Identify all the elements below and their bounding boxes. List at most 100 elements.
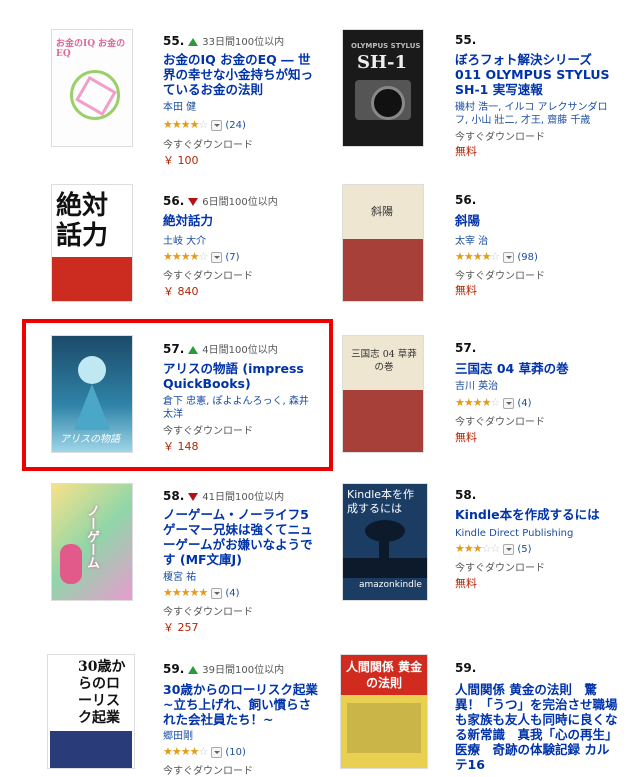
rank-number: 58. <box>455 488 477 502</box>
star-rating[interactable]: ★★★★☆ (4) <box>455 396 532 409</box>
book-title-link[interactable]: 30歳からのローリスク起業 ~立ち上げれ、飼い慣らされた会社員たち！~ <box>163 682 318 727</box>
rank-number: 59. <box>163 662 185 676</box>
cover-art <box>52 257 132 301</box>
cover-art <box>343 558 427 578</box>
rank-up-arrow-icon <box>188 38 199 46</box>
book-cover[interactable]: アリスの物語 <box>52 336 132 452</box>
star-rating[interactable]: ★★★★★ (4) <box>163 586 239 599</box>
star-rating[interactable]: ★★★★☆ (24) <box>163 118 246 131</box>
rank-line: 57. <box>455 341 476 355</box>
cover-art <box>78 356 106 384</box>
book-cover[interactable]: 斜陽 <box>343 185 423 301</box>
cover-art <box>60 544 82 584</box>
book-author[interactable]: 郷田剛 <box>163 730 193 743</box>
cover-art <box>74 384 110 430</box>
book-title-link[interactable]: 絶対話力 <box>163 213 318 228</box>
rank-meta: 4日間100位以内 <box>202 345 278 356</box>
book-title-link[interactable]: アリスの物語 (impress QuickBooks) <box>163 361 313 391</box>
availability: 今すぐダウンロード <box>163 271 253 282</box>
book-title-link[interactable]: Kindle本を作成するには <box>455 507 625 522</box>
book-cover[interactable]: 30歳からのローリスク起業 <box>48 655 134 768</box>
rank-line: 57. 4日間100位以内 <box>163 341 278 356</box>
review-count[interactable]: (4) <box>225 588 239 599</box>
price: ￥ 100 <box>163 154 199 167</box>
price: ￥ 148 <box>163 440 199 453</box>
review-count[interactable]: (10) <box>225 747 246 758</box>
book-author[interactable]: 太宰 治 <box>455 235 488 248</box>
book-title-link[interactable]: ノーゲーム・ノーライフ5 ゲーマー兄妹は強くてニューゲームがお嫌いなようです (… <box>163 507 318 567</box>
availability: 今すぐダウンロード <box>163 766 253 777</box>
price: 無料 <box>455 284 477 297</box>
rank-line: 56. 6日間100位以内 <box>163 193 278 208</box>
availability: 今すぐダウンロード <box>163 607 253 618</box>
book-author[interactable]: 磯村 浩一, イルコ アレクサンダロフ, 小山 壯二, 才王, 齋藤 千歳 <box>455 101 615 127</box>
book-author[interactable]: 榎宮 祐 <box>163 571 196 584</box>
rank-up-arrow-icon <box>188 666 199 674</box>
availability: 今すぐダウンロード <box>163 426 253 437</box>
rank-meta: 39日間100位以内 <box>202 665 285 676</box>
rank-down-arrow-icon <box>188 198 199 206</box>
cover-art <box>347 703 421 753</box>
book-author[interactable]: 吉川 英治 <box>455 380 498 393</box>
rank-up-arrow-icon <box>188 346 199 354</box>
book-cover[interactable]: 絶対話力 <box>52 185 132 301</box>
rank-line: 59. 39日間100位以内 <box>163 661 284 676</box>
book-cover[interactable]: お金のIQ お金のEQ <box>52 30 132 146</box>
star-rating[interactable]: ★★★☆☆ (5) <box>455 542 532 555</box>
availability: 今すぐダウンロード <box>455 417 545 428</box>
book-cover[interactable]: Kindle本を作成するには amazonkindle <box>343 484 427 600</box>
rank-line: 58. 41日間100位以内 <box>163 488 284 503</box>
book-title-link[interactable]: ぼろフォト解決シリーズ011 OLYMPUS STYLUS SH-1 実写速報 <box>455 52 615 97</box>
rank-number: 55. <box>455 33 477 47</box>
cover-art <box>371 86 405 120</box>
price: 無料 <box>455 145 477 158</box>
chevron-down-icon[interactable] <box>211 587 223 599</box>
rank-down-arrow-icon <box>188 493 199 501</box>
chevron-down-icon[interactable] <box>503 397 515 409</box>
review-count[interactable]: (98) <box>517 252 538 263</box>
book-cover[interactable]: OLYMPUS STYLUS SH-1 <box>343 30 423 146</box>
rank-number: 58. <box>163 489 185 503</box>
rank-number: 57. <box>455 341 477 355</box>
review-count[interactable]: (7) <box>225 252 239 263</box>
chevron-down-icon[interactable] <box>503 543 515 555</box>
rank-number: 59. <box>455 661 477 675</box>
cover-art <box>50 731 132 768</box>
rank-number: 57. <box>163 342 185 356</box>
book-title-link[interactable]: 人間関係 黄金の法則 驚異！「うつ」を完治させ職場も家族も友人も同時に良くなる新… <box>455 682 620 772</box>
star-rating[interactable]: ★★★★☆ (98) <box>455 250 538 263</box>
chevron-down-icon[interactable] <box>503 251 515 263</box>
chevron-down-icon[interactable] <box>211 119 223 131</box>
star-rating[interactable]: ★★★★☆ (10) <box>163 745 246 758</box>
rank-line: 58. <box>455 488 476 502</box>
book-cover[interactable]: ノーゲーム <box>52 484 132 600</box>
book-cover[interactable]: 三国志 04 草莽の巻 <box>343 336 423 452</box>
amazon-kindle-logo: amazonkindle <box>359 580 422 590</box>
review-count[interactable]: (5) <box>517 544 531 555</box>
rank-meta: 41日間100位以内 <box>202 492 285 503</box>
rank-number: 55. <box>163 34 185 48</box>
book-author[interactable]: 土岐 大介 <box>163 235 206 248</box>
rank-line: 55. 33日間100位以内 <box>163 33 284 48</box>
rank-meta: 33日間100位以内 <box>202 37 285 48</box>
review-count[interactable]: (24) <box>225 120 246 131</box>
price: 無料 <box>455 431 477 444</box>
review-count[interactable]: (4) <box>517 398 531 409</box>
rank-line: 55. <box>455 33 476 47</box>
book-author[interactable]: 倉下 忠憲, ぽよよんろっく, 森井 太洋 <box>163 395 313 421</box>
star-rating[interactable]: ★★★★☆ (7) <box>163 250 240 263</box>
book-cover[interactable]: 人間関係 黄金の法則 <box>341 655 427 768</box>
book-title-link[interactable]: お金のIQ お金のEQ ― 世界の幸せな小金持ちが知っているお金の法則 <box>163 52 318 97</box>
cover-art: OLYMPUS STYLUS <box>351 42 421 50</box>
book-title-link[interactable]: 斜陽 <box>455 213 615 228</box>
chevron-down-icon[interactable] <box>211 746 223 758</box>
rank-line: 56. <box>455 193 476 207</box>
chevron-down-icon[interactable] <box>211 251 223 263</box>
availability: 今すぐダウンロード <box>455 563 545 574</box>
availability: 今すぐダウンロード <box>455 271 545 282</box>
availability: 今すぐダウンロード <box>163 140 253 151</box>
book-title-link[interactable]: 三国志 04 草莽の巻 <box>455 361 615 376</box>
book-author[interactable]: Kindle Direct Publishing <box>455 527 573 540</box>
book-author[interactable]: 本田 健 <box>163 101 196 114</box>
price: 無料 <box>455 577 477 590</box>
